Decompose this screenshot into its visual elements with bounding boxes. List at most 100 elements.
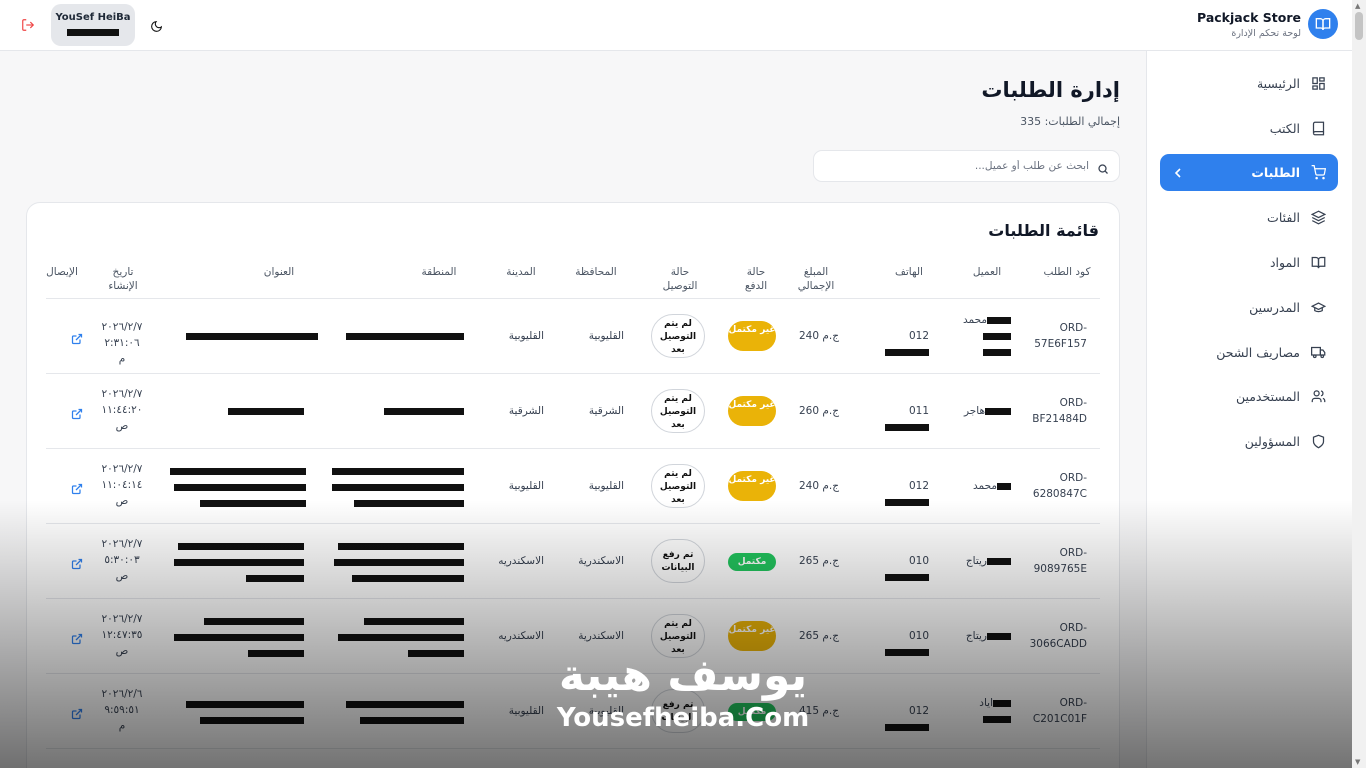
search-input[interactable] xyxy=(829,157,1089,175)
governorate: الاسكندرية xyxy=(578,630,624,642)
external-link-icon[interactable] xyxy=(71,705,84,720)
amount: 240 ج.م xyxy=(798,480,839,492)
address-redacted xyxy=(226,403,304,419)
phone: 012 xyxy=(865,478,929,510)
scroll-thumb[interactable] xyxy=(1355,12,1363,40)
sidebar-item-orders[interactable]: الطلبات xyxy=(1160,154,1338,191)
city: القليوبية xyxy=(508,705,544,717)
customer-name: ريتاج xyxy=(951,553,1011,569)
city: القليوبية xyxy=(508,330,544,342)
sidebar-item-shipping[interactable]: مصاريف الشحن xyxy=(1160,334,1338,371)
table-row[interactable]: ORD-57E6F157 محمد 012 240 ج.م غير مكتمل … xyxy=(46,299,1100,374)
watermark-arabic: يوسف هيبة xyxy=(558,650,808,701)
search-icon xyxy=(1097,160,1110,174)
brand-subtitle: لوحة تحكم الإدارة xyxy=(1231,27,1301,39)
sidebar-item-users[interactable]: المستخدمين xyxy=(1160,378,1338,415)
order-code: ORD-3066CADD xyxy=(1029,622,1087,650)
sidebar-item-admins[interactable]: المسؤولين xyxy=(1160,423,1338,460)
open-book-icon xyxy=(1310,255,1326,271)
brand-name: Packjack Store xyxy=(1197,9,1301,25)
phone: 010 xyxy=(865,628,929,660)
sidebar-item-label: المدرسين xyxy=(1249,300,1300,315)
header-code: كود الطلب xyxy=(1043,266,1091,278)
sidebar-item-label: الرئيسية xyxy=(1256,76,1300,91)
external-link-icon[interactable] xyxy=(71,555,84,570)
table-row[interactable]: ORD-6280847C محمد 012 240 ج.م غير مكتمل … xyxy=(46,449,1100,524)
delivery-badge: تم رفع البيانات xyxy=(651,539,705,583)
governorate: الاسكندرية xyxy=(578,555,624,567)
phone: 012 xyxy=(865,328,929,360)
user-name: YouSef HeiBa xyxy=(55,12,131,23)
payment-badge: مكتمل xyxy=(728,553,776,571)
page-title: إدارة الطلبات xyxy=(981,78,1120,102)
order-code: ORD-57E6F157 xyxy=(1034,322,1087,350)
city: الاسكندريه xyxy=(498,555,544,567)
created-date: ٢٠٢٦/٢/٧ ١١:٠٤:١٤ ص xyxy=(101,463,143,507)
header-created: تاريخ الإنشاء xyxy=(108,266,138,292)
governorate: القليوبية xyxy=(588,330,624,342)
orders-total: إجمالي الطلبات: 335 xyxy=(1020,115,1120,128)
truck-icon xyxy=(1310,345,1326,361)
created-date: ٢٠٢٦/٢/٧ ١٢:٤٧:٣٥ ص xyxy=(101,613,143,657)
order-code: ORD-C201C01F xyxy=(1032,697,1087,725)
governorate: الشرقية xyxy=(588,405,624,417)
payment-badge: غير مكتمل xyxy=(728,621,776,651)
external-link-icon[interactable] xyxy=(71,630,84,645)
scroll-up-icon[interactable]: ▲ xyxy=(1355,2,1363,10)
phone: 010 xyxy=(865,553,929,585)
payment-badge: غير مكتمل xyxy=(728,396,776,426)
sidebar-item-label: المسؤولين xyxy=(1244,434,1300,449)
sidebar-item-label: المواد xyxy=(1269,255,1300,270)
created-date: ٢٠٢٦/٢/٦ ٩:٥٩:٥١ م xyxy=(101,688,143,732)
region-redacted xyxy=(328,613,464,661)
sidebar-item-home[interactable]: الرئيسية xyxy=(1160,65,1338,102)
header-address: العنوان xyxy=(263,266,295,278)
region-redacted xyxy=(382,403,464,419)
dashboard-icon xyxy=(1310,76,1326,92)
book-logo-icon xyxy=(1308,9,1338,39)
shield-icon xyxy=(1310,434,1326,450)
delivery-badge: لم يتم التوصيل بعد xyxy=(651,314,705,358)
created-date: ٢٠٢٦/٢/٧ ١١:٤٤:٢٠ ص xyxy=(101,388,143,432)
sidebar-item-teachers[interactable]: المدرسين xyxy=(1160,289,1338,326)
users-icon xyxy=(1310,389,1326,405)
book-icon xyxy=(1310,121,1326,137)
watermark-english: Yousefheiba.Com xyxy=(556,703,810,733)
sidebar-item-books[interactable]: الكتب xyxy=(1160,110,1338,147)
header-receipt: الإيصال xyxy=(46,266,78,278)
delivery-badge: لم يتم التوصيل بعد xyxy=(651,389,705,433)
region-redacted xyxy=(328,538,464,586)
scrollbar[interactable]: ▲ ▼ xyxy=(1352,0,1366,768)
external-link-icon[interactable] xyxy=(71,405,84,420)
external-link-icon[interactable] xyxy=(71,330,84,345)
top-bar: Packjack Store لوحة تحكم الإدارة YouSef … xyxy=(0,0,1352,51)
table-row[interactable]: ORD-BF21484D هاجر 011 260 ج.م غير مكتمل … xyxy=(46,374,1100,449)
region-redacted xyxy=(328,463,464,511)
phone: 012 xyxy=(865,703,929,735)
payment-badge: غير مكتمل xyxy=(728,471,776,501)
external-link-icon[interactable] xyxy=(71,480,84,495)
header-payment: حالة الدفع xyxy=(744,266,768,292)
order-code: ORD-6280847C xyxy=(1032,472,1087,500)
customer-name: اياد xyxy=(951,695,1011,727)
customer-name: ريتاج xyxy=(951,628,1011,644)
governorate: القليوبية xyxy=(588,480,624,492)
scroll-down-icon[interactable]: ▼ xyxy=(1355,758,1360,766)
order-code: ORD-BF21484D xyxy=(1032,397,1087,425)
sidebar-item-categories[interactable]: الفئات xyxy=(1160,199,1338,236)
header-region: المنطقة xyxy=(421,266,457,278)
payment-badge: غير مكتمل xyxy=(728,321,776,351)
customer-name: هاجر xyxy=(951,403,1011,419)
redacted-email xyxy=(67,29,119,36)
sidebar-item-label: المستخدمين xyxy=(1235,389,1300,404)
city: الاسكندريه xyxy=(498,630,544,642)
table-row[interactable]: ORD-9089765E ريتاج 010 265 ج.م مكتمل تم … xyxy=(46,524,1100,599)
city: القليوبية xyxy=(508,480,544,492)
moon-icon[interactable] xyxy=(150,18,164,32)
sidebar-item-subjects[interactable]: المواد xyxy=(1160,244,1338,281)
search-box[interactable] xyxy=(813,150,1120,182)
user-chip[interactable]: YouSef HeiBa xyxy=(51,4,135,46)
address-redacted xyxy=(182,328,318,344)
brand: Packjack Store لوحة تحكم الإدارة xyxy=(1197,9,1338,39)
logout-icon[interactable] xyxy=(21,17,37,33)
